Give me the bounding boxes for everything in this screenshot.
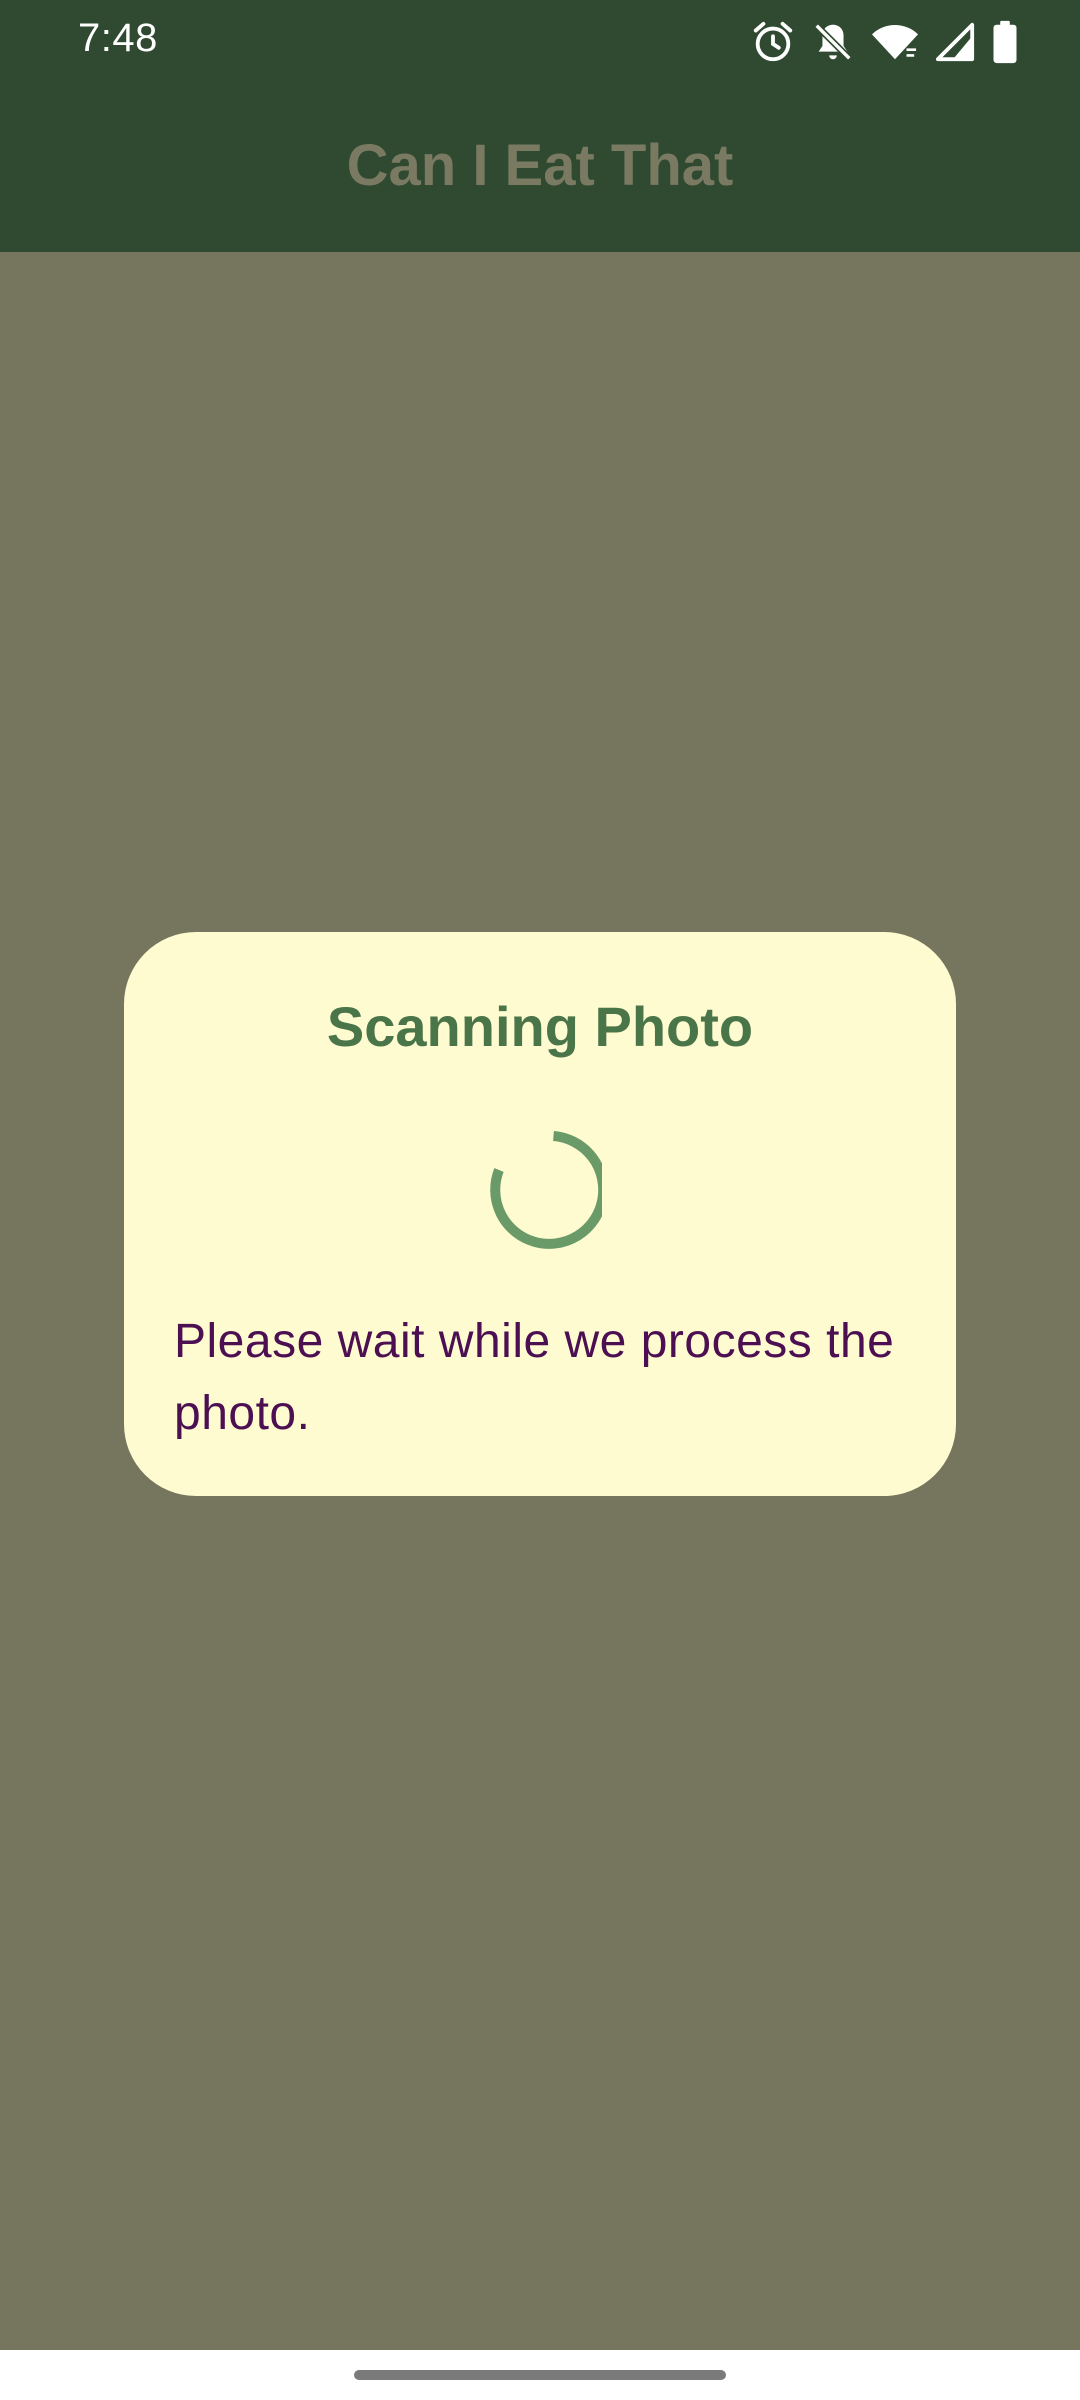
battery-icon bbox=[990, 19, 1020, 65]
cell-signal-icon bbox=[934, 19, 976, 65]
progress-spinner-icon bbox=[490, 1131, 602, 1249]
alarm-icon bbox=[750, 19, 796, 65]
status-time: 7:48 bbox=[78, 16, 158, 60]
status-icons bbox=[750, 14, 1020, 70]
app-title: Can I Eat That bbox=[346, 132, 734, 198]
status-bar: 7:48 bbox=[0, 0, 1080, 84]
wifi-icon bbox=[870, 19, 920, 65]
notifications-off-icon bbox=[810, 19, 856, 65]
dialog-title: Scanning Photo bbox=[326, 995, 754, 1058]
home-gesture-handle[interactable] bbox=[354, 2370, 726, 2380]
dialog-message: Please wait while we process the photo. bbox=[174, 1315, 895, 1440]
screen: 7:48 Can I Eat That Scanning Photo Pleas… bbox=[0, 0, 1080, 2400]
navigation-bar bbox=[0, 2350, 1080, 2400]
scanning-dialog: Scanning Photo Please wait while we proc… bbox=[124, 932, 956, 1496]
app-bar: Can I Eat That bbox=[0, 84, 1080, 252]
